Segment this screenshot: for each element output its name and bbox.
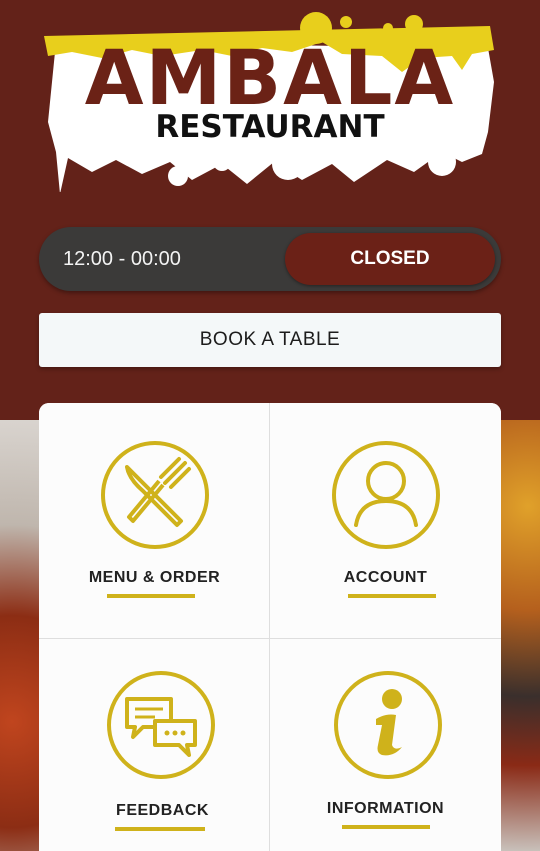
main-menu-grid: MENU & ORDER ACCOUNT FEEDBACK INFORMATIO… [39,403,501,851]
feedback-tile[interactable]: FEEDBACK [39,639,270,851]
book-table-button[interactable]: BOOK A TABLE [39,313,501,367]
feedback-label: FEEDBACK [116,802,209,819]
food-image-right [500,420,540,851]
menu-order-tile[interactable]: MENU & ORDER [39,403,270,639]
opening-hours-bar: 12:00 - 00:00 CLOSED [39,227,501,291]
menu-order-label: MENU & ORDER [88,569,221,586]
information-underline [342,825,430,829]
account-underline [348,594,436,598]
chat-bubbles-icon [107,671,215,779]
account-tile[interactable]: ACCOUNT [270,403,501,639]
fork-knife-icon [101,441,209,549]
restaurant-logo: AMBALA RESTAURANT [42,12,498,192]
feedback-underline [115,827,205,831]
info-icon [334,671,442,779]
status-badge: CLOSED [285,233,495,285]
information-label: INFORMATION [326,800,445,817]
information-tile[interactable]: INFORMATION [270,639,501,851]
logo-title: AMBALA [84,33,456,122]
logo-subtitle: RESTAURANT [155,109,385,145]
user-icon [332,441,440,549]
account-label: ACCOUNT [343,569,428,586]
opening-hours-time: 12:00 - 00:00 [63,248,181,270]
menu-order-underline [107,594,195,598]
food-image-left [0,420,40,851]
